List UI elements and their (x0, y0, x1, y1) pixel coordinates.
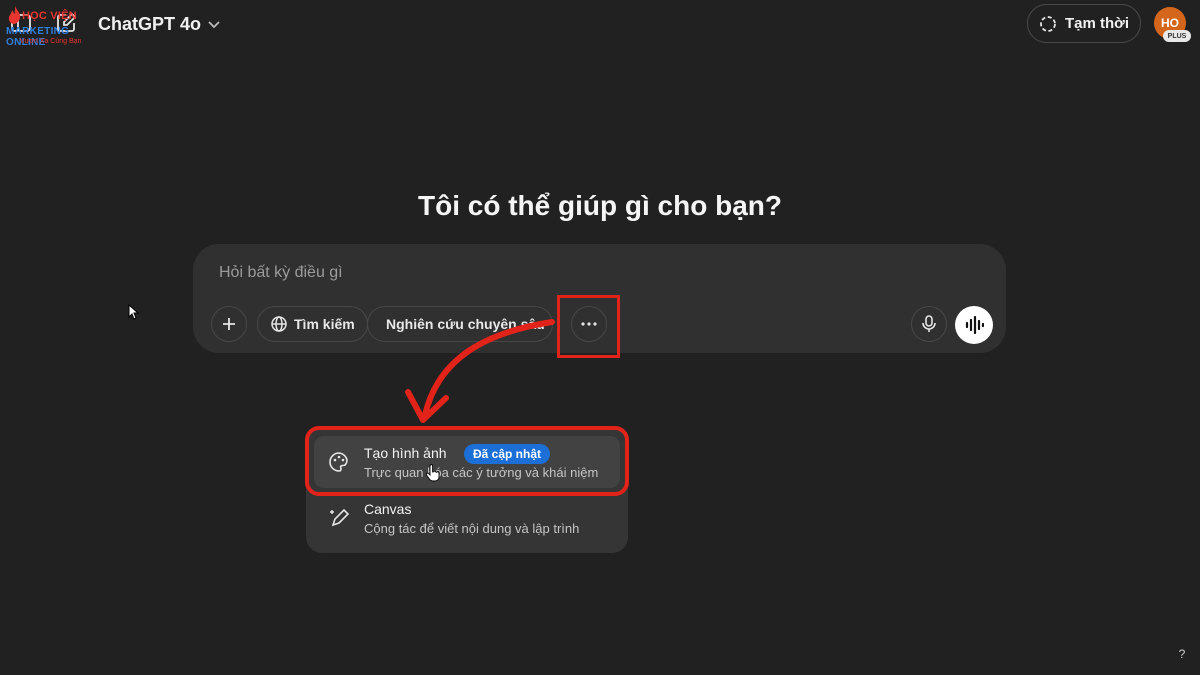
page-title: Tôi có thể giúp gì cho bạn? (418, 190, 782, 221)
plus-icon (223, 318, 235, 330)
menu-item-desc: Cộng tác để viết nội dung và lập trình (364, 521, 580, 536)
avatar-initials: HO (1161, 16, 1179, 30)
watermark-line3: Vươn Xa Cùng Bạn (20, 38, 82, 45)
microphone-icon (922, 315, 936, 332)
chatgpt-page: HỌC VIỆN MARKETING ONLINE Vươn Xa Cùng B… (0, 0, 1200, 675)
help-button[interactable]: ? (1170, 642, 1194, 666)
dictate-button[interactable] (911, 306, 947, 342)
prompt-input[interactable] (219, 264, 919, 282)
flame-logo-icon (8, 6, 21, 24)
temporary-chat-button[interactable]: Tạm thời (1027, 4, 1141, 43)
hand-cursor-icon (425, 464, 440, 482)
model-selector[interactable]: ChatGPT 4o (98, 10, 221, 38)
dashed-circle-icon (1040, 15, 1056, 32)
model-label: ChatGPT 4o (98, 13, 202, 34)
pen-sparkle-icon (330, 508, 350, 527)
mouse-cursor-icon (128, 304, 140, 320)
annotation-highlight-rounded (305, 426, 629, 496)
temporary-chat-label: Tạm thời (1065, 15, 1129, 32)
add-attachment-button[interactable] (211, 306, 247, 342)
search-label: Tìm kiếm (294, 316, 355, 332)
globe-icon (271, 316, 287, 332)
annotation-highlight-box (557, 295, 620, 358)
watermark-line1: HỌC VIỆN (22, 10, 77, 22)
search-button[interactable]: Tìm kiếm (257, 306, 368, 342)
waveform-icon (965, 316, 984, 334)
menu-item-title: Canvas (364, 501, 412, 517)
menu-item-canvas[interactable]: Canvas Cộng tác để viết nội dung và lập … (314, 492, 620, 544)
deep-research-label: Nghiên cứu chuyên sâu (386, 316, 545, 332)
deep-research-button[interactable]: Nghiên cứu chuyên sâu (367, 306, 553, 342)
chevron-down-icon (208, 21, 220, 29)
help-label: ? (1178, 647, 1186, 661)
watermark-logo: HỌC VIỆN MARKETING ONLINE Vươn Xa Cùng B… (2, 6, 106, 52)
voice-mode-button[interactable] (955, 306, 993, 344)
plan-badge: PLUS (1163, 30, 1191, 42)
top-bar: HỌC VIỆN MARKETING ONLINE Vươn Xa Cùng B… (0, 0, 1200, 50)
plan-badge-label: PLUS (1167, 32, 1187, 40)
